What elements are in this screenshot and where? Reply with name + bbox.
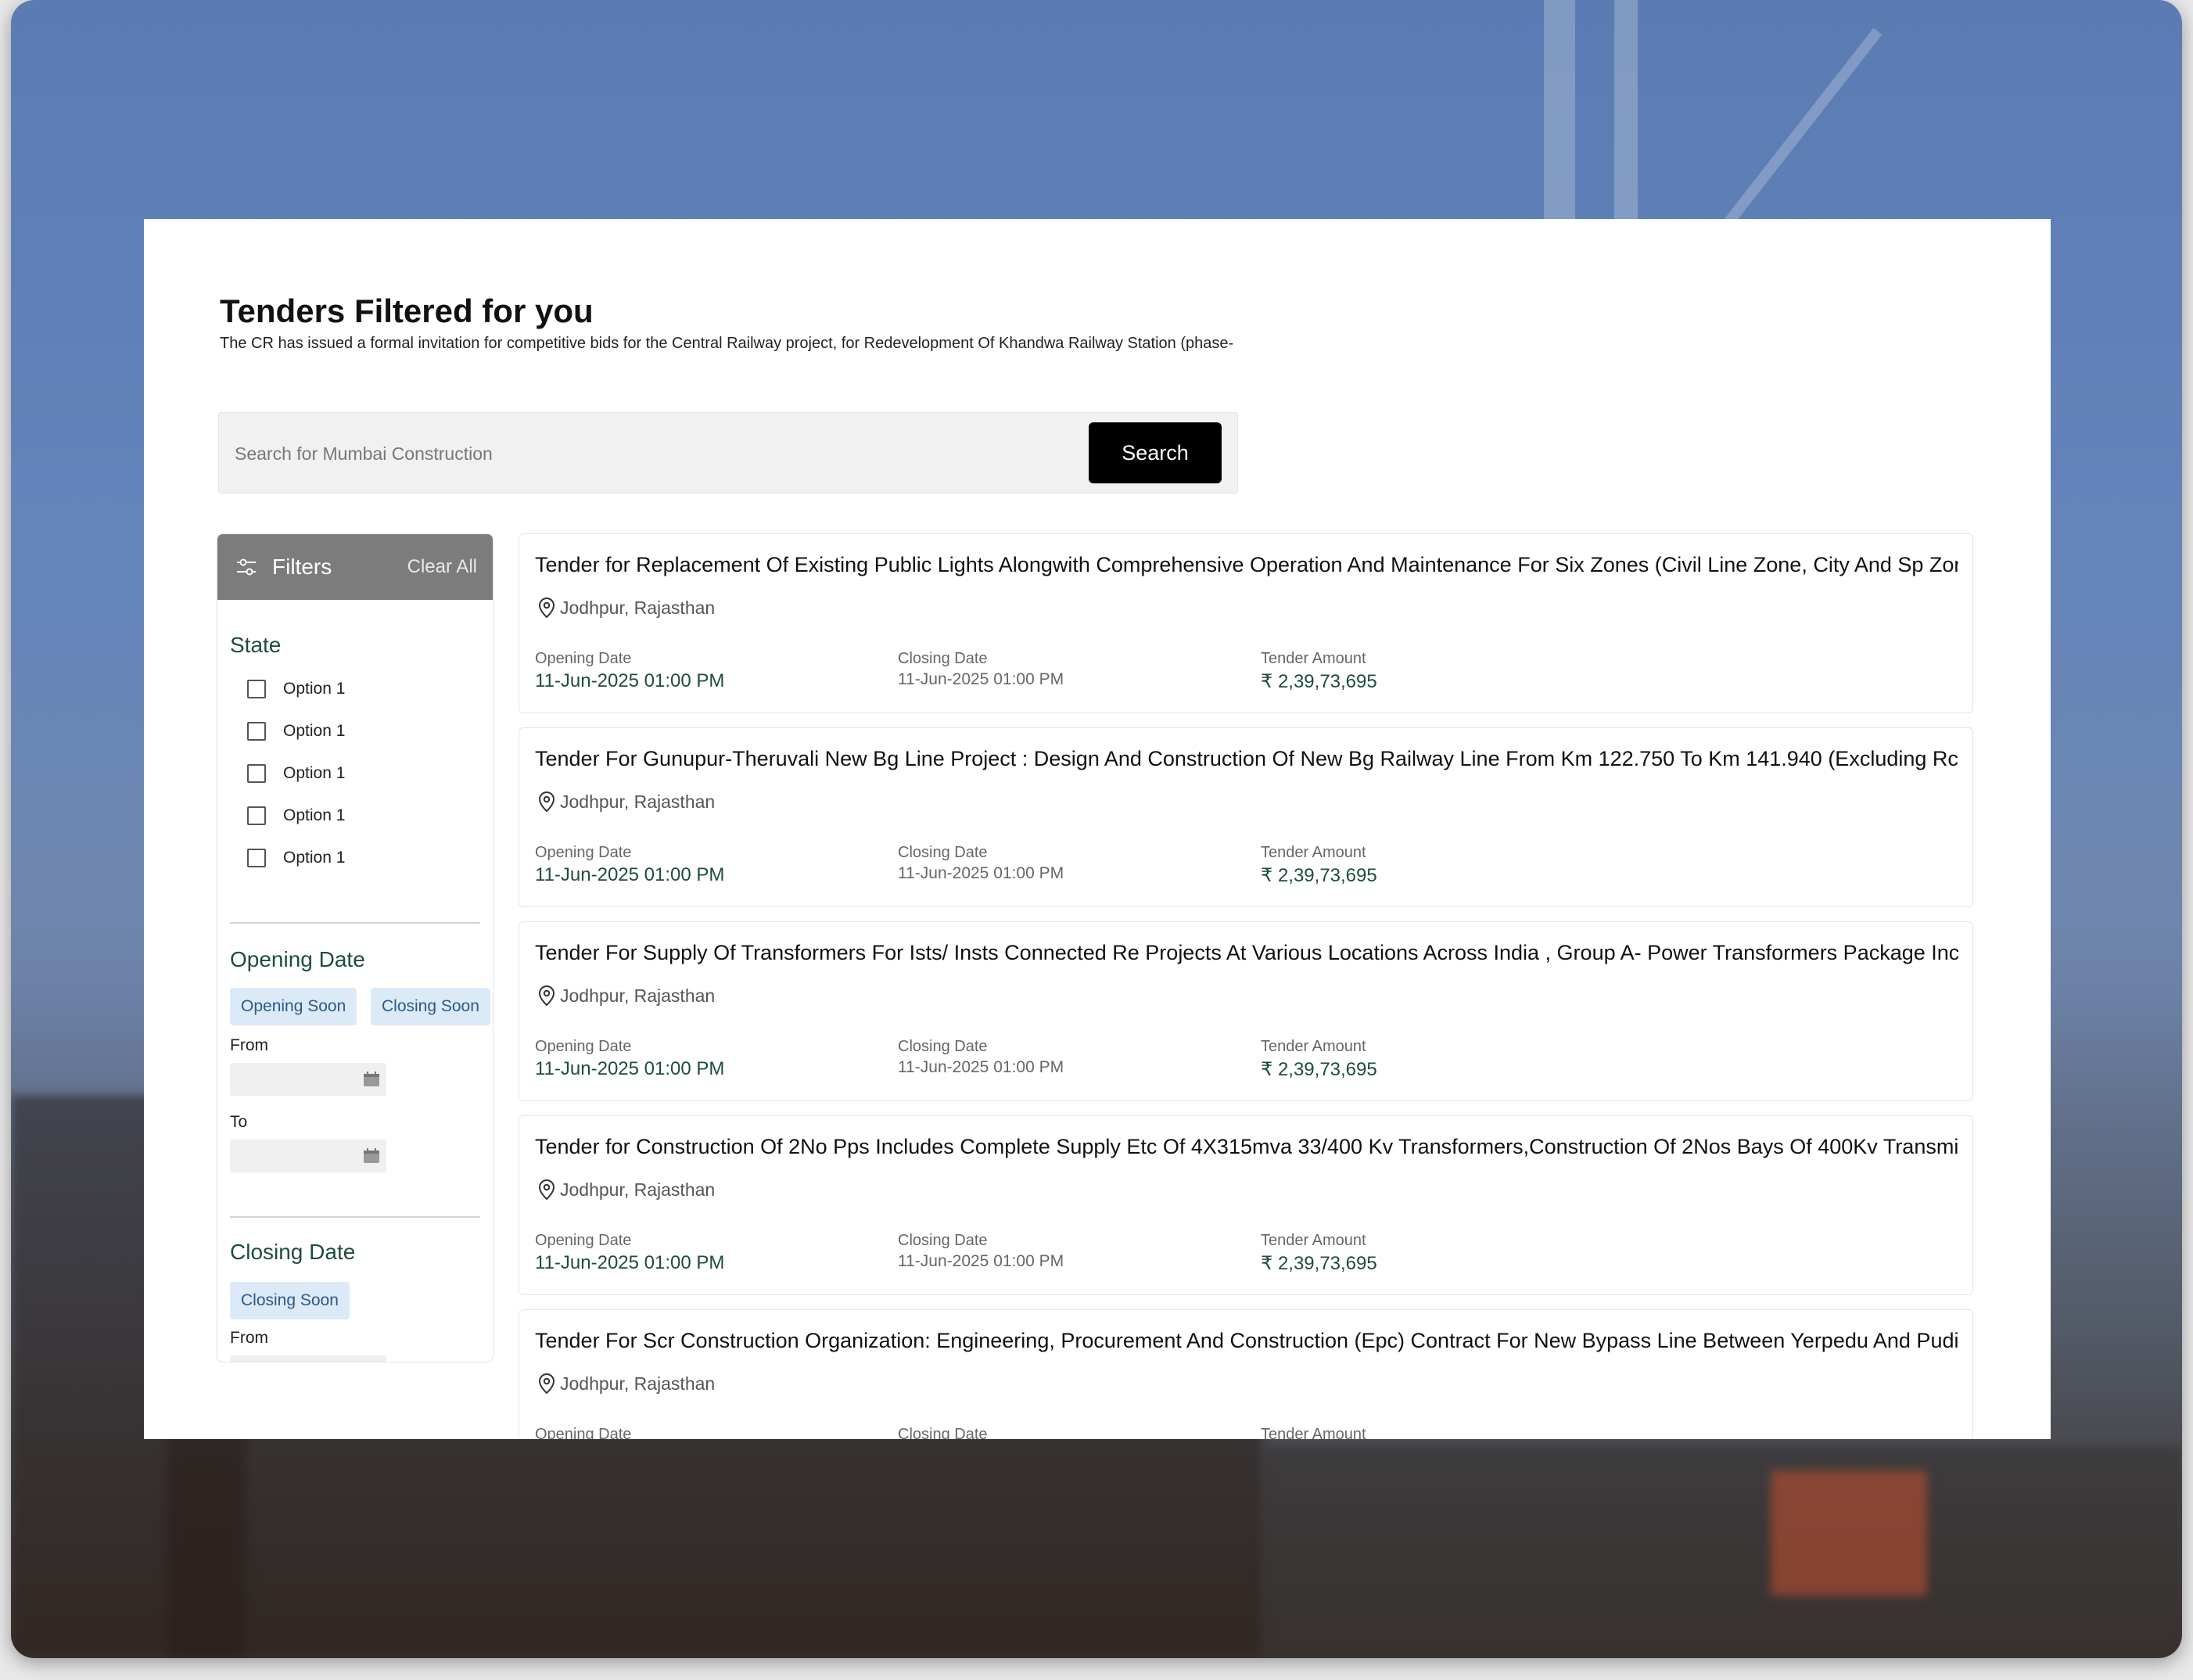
state-option[interactable]: Option 1 <box>247 849 345 867</box>
tender-amount-value: ₹ 2,39,73,695 <box>1261 671 1377 692</box>
tender-card[interactable]: Tender For Gunupur-Theruvali New Bg Line… <box>519 727 1973 907</box>
clear-all-button[interactable]: Clear All <box>407 556 477 578</box>
tender-title[interactable]: Tender For Gunupur-Theruvali New Bg Line… <box>535 747 1958 771</box>
tender-title[interactable]: Tender for Replacement Of Existing Publi… <box>535 553 1958 577</box>
page-subtitle: The CR has issued a formal invitation fo… <box>220 335 1234 352</box>
closing-date-value: 11-Jun-2025 01:00 PM <box>898 1252 1064 1270</box>
tender-amount-value: ₹ 2,39,73,695 <box>1261 1059 1377 1080</box>
tender-amount-label: Tender Amount <box>1261 1038 1366 1055</box>
tender-amount-value: ₹ 2,39,73,695 <box>1261 865 1377 886</box>
tender-location: Jodhpur, Rajasthan <box>537 1179 715 1201</box>
tender-title[interactable]: Tender For Scr Construction Organization… <box>535 1329 1958 1353</box>
checkbox[interactable] <box>247 806 266 825</box>
opening-date-title: Opening Date <box>230 947 365 971</box>
tender-card[interactable]: Tender for Replacement Of Existing Publi… <box>519 533 1973 713</box>
closing-date-label: Closing Date <box>898 1232 988 1249</box>
filters-panel: Filters Clear All State Option 1 Option … <box>217 533 494 1362</box>
tender-title[interactable]: Tender For Supply Of Transformers For Is… <box>535 941 1958 965</box>
opening-date-label: Opening Date <box>535 1426 632 1439</box>
tender-card[interactable]: Tender For Scr Construction Organization… <box>519 1309 1973 1439</box>
location-pin-icon <box>538 1373 555 1395</box>
closing-date-label: Closing Date <box>898 844 988 861</box>
filters-title: Filters <box>272 555 332 579</box>
search-bar: Search <box>218 412 1238 494</box>
tender-title[interactable]: Tender for Construction Of 2No Pps Inclu… <box>535 1135 1958 1159</box>
checkbox[interactable] <box>247 680 266 698</box>
location-pin-icon <box>538 985 555 1007</box>
location-pin-icon <box>538 1179 555 1201</box>
from-date-input[interactable] <box>230 1355 386 1362</box>
from-label: From <box>230 1329 268 1347</box>
state-option[interactable]: Option 1 <box>247 764 345 783</box>
location-pin-icon <box>538 597 555 619</box>
tender-amount-value: ₹ 2,39,73,695 <box>1261 1253 1377 1274</box>
checkbox[interactable] <box>247 764 266 783</box>
state-option[interactable]: Option 1 <box>247 806 345 825</box>
tender-location: Jodhpur, Rajasthan <box>537 791 715 813</box>
opening-soon-chip[interactable]: Opening Soon <box>230 988 357 1025</box>
checkbox[interactable] <box>247 849 266 867</box>
search-input[interactable] <box>235 436 1017 471</box>
closing-date-value: 11-Jun-2025 01:00 PM <box>898 1058 1064 1076</box>
location-pin-icon <box>538 791 555 813</box>
to-date-input[interactable] <box>230 1140 386 1172</box>
closing-date-title: Closing Date <box>230 1240 356 1264</box>
opening-date-value: 11-Jun-2025 01:00 PM <box>535 670 725 691</box>
tender-amount-label: Tender Amount <box>1261 650 1366 667</box>
closing-date-label: Closing Date <box>898 1426 988 1439</box>
state-section-title: State <box>230 633 282 657</box>
to-label: To <box>230 1113 248 1131</box>
tender-location: Jodhpur, Rajasthan <box>537 1373 715 1395</box>
opening-date-label: Opening Date <box>535 844 632 861</box>
tender-card[interactable]: Tender for Construction Of 2No Pps Inclu… <box>519 1115 1973 1295</box>
calendar-icon <box>364 1148 379 1163</box>
closing-date-label: Closing Date <box>898 1038 988 1055</box>
calendar-icon <box>364 1072 379 1086</box>
checkbox[interactable] <box>247 722 266 741</box>
tender-amount-label: Tender Amount <box>1261 1232 1366 1249</box>
opening-date-label: Opening Date <box>535 1232 632 1249</box>
state-option[interactable]: Option 1 <box>247 680 345 698</box>
filters-header: Filters Clear All <box>217 534 493 600</box>
sliders-icon <box>237 558 256 576</box>
opening-date-value: 11-Jun-2025 01:00 PM <box>535 1058 725 1079</box>
closing-date-value: 11-Jun-2025 01:00 PM <box>898 670 1064 688</box>
tender-location: Jodhpur, Rajasthan <box>537 597 715 619</box>
closing-soon-chip[interactable]: Closing Soon <box>230 1282 350 1319</box>
tender-amount-label: Tender Amount <box>1261 1426 1366 1439</box>
divider <box>230 922 480 924</box>
closing-soon-chip[interactable]: Closing Soon <box>371 988 490 1025</box>
opening-date-value: 11-Jun-2025 01:00 PM <box>535 864 725 885</box>
tender-amount-label: Tender Amount <box>1261 844 1366 861</box>
tender-location: Jodhpur, Rajasthan <box>537 985 715 1007</box>
state-option[interactable]: Option 1 <box>247 722 345 741</box>
closing-date-value: 11-Jun-2025 01:00 PM <box>898 864 1064 882</box>
tender-card[interactable]: Tender For Supply Of Transformers For Is… <box>519 921 1973 1101</box>
opening-date-label: Opening Date <box>535 1038 632 1055</box>
closing-date-label: Closing Date <box>898 650 988 667</box>
opening-date-value: 11-Jun-2025 01:00 PM <box>535 1252 725 1273</box>
page-title: Tenders Filtered for you <box>220 293 594 329</box>
from-label: From <box>230 1036 268 1054</box>
from-date-input[interactable] <box>230 1063 386 1096</box>
tenders-panel: Tenders Filtered for you The CR has issu… <box>144 219 2051 1439</box>
divider <box>230 1216 480 1218</box>
search-button[interactable]: Search <box>1089 422 1222 483</box>
opening-date-label: Opening Date <box>535 650 632 667</box>
